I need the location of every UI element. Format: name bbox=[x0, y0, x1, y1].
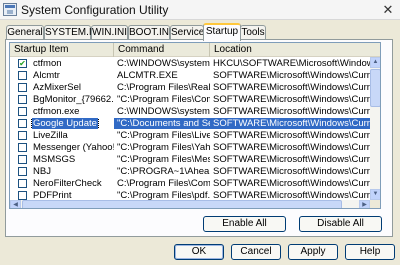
startup-item-label: ctfmon bbox=[33, 58, 62, 69]
scroll-down-icon[interactable]: ▼ bbox=[370, 189, 380, 200]
location-cell: SOFTWARE\Microsoft\Windows\CurrentVersio… bbox=[213, 70, 370, 81]
location-cell: SOFTWARE\Microsoft\Windows\CurrentVersio… bbox=[213, 106, 370, 117]
list-header: Startup Item Command Location bbox=[10, 43, 380, 57]
location-cell: SOFTWARE\Microsoft\Windows\CurrentVersio… bbox=[213, 142, 370, 153]
enable-checkbox[interactable] bbox=[18, 143, 27, 152]
tab-win-ini[interactable]: WIN.INI bbox=[91, 25, 128, 40]
app-window-icon bbox=[3, 3, 17, 16]
startup-item-label: ctfmon.exe bbox=[33, 106, 80, 117]
enable-checkbox[interactable] bbox=[18, 83, 27, 92]
scroll-up-icon[interactable]: ▲ bbox=[370, 57, 380, 68]
enable-checkbox[interactable] bbox=[18, 167, 27, 176]
tab-general[interactable]: General bbox=[6, 25, 44, 40]
location-cell: SOFTWARE\Microsoft\Windows\CurrentVersio… bbox=[213, 130, 370, 141]
startup-item-label: NBJ bbox=[33, 166, 51, 177]
startup-item-cell: ✔ ctfmon bbox=[10, 58, 114, 69]
scroll-right-icon[interactable]: ▶ bbox=[359, 200, 370, 208]
enable-checkbox[interactable] bbox=[18, 191, 27, 200]
list-row[interactable]: NeroFilterCheck C:\Program Files\Com... SO… bbox=[10, 178, 370, 189]
scroll-left-icon[interactable]: ◀ bbox=[10, 200, 21, 208]
startup-item-cell: BgMonitor_{79662... bbox=[10, 94, 114, 105]
ok-button[interactable]: OK bbox=[174, 244, 224, 260]
command-cell: "C:\Program Files\Mes... bbox=[117, 154, 210, 165]
tab-services[interactable]: Services bbox=[170, 25, 209, 40]
list-row[interactable]: NBJ "C:\PROGRA~1\Ahea... SOFTWARE\Microsof… bbox=[10, 166, 370, 177]
title-bar: System Configuration Utility ✕ bbox=[0, 0, 400, 20]
tab-system-ini[interactable]: SYSTEM.INI bbox=[44, 25, 102, 40]
list-row[interactable]: LiveZilla "C:\Program Files\Live... SOFTWA… bbox=[10, 130, 370, 141]
window-title: System Configuration Utility bbox=[21, 3, 169, 17]
list-row[interactable]: Alcmtr ALCMTR.EXE SOFTWARE\Microsoft\Windo… bbox=[10, 70, 370, 81]
vertical-scrollbar[interactable]: ▲ ▼ bbox=[370, 57, 380, 200]
command-cell: "C:\Program Files\Live... bbox=[117, 130, 210, 141]
column-header-startup-item[interactable]: Startup Item bbox=[10, 43, 114, 57]
command-cell: ALCMTR.EXE bbox=[117, 70, 178, 81]
column-header-location[interactable]: Location bbox=[210, 43, 380, 57]
tab-boot-ini[interactable]: BOOT.INI bbox=[128, 25, 172, 40]
horizontal-scroll-thumb[interactable] bbox=[22, 200, 342, 208]
startup-item-label: LiveZilla bbox=[33, 130, 68, 141]
location-cell: SOFTWARE\Microsoft\Windows\CurrentVersio… bbox=[210, 118, 370, 129]
startup-item-cell: NBJ bbox=[10, 166, 114, 177]
enable-checkbox[interactable] bbox=[18, 95, 27, 104]
list-row[interactable]: Google Update "C:\Documents and Se...SOFT… bbox=[10, 118, 370, 129]
startup-item-label: Messenger (Yahoo!) bbox=[33, 142, 114, 153]
enable-checkbox[interactable] bbox=[18, 119, 27, 128]
list-row[interactable]: AzMixerSel C:\Program Files\Realt...SOFTW… bbox=[10, 82, 370, 93]
help-button[interactable]: Help bbox=[345, 244, 395, 260]
enable-checkbox[interactable] bbox=[18, 155, 27, 164]
startup-item-cell: MSMSGS bbox=[10, 154, 114, 165]
enable-checkbox[interactable] bbox=[18, 131, 27, 140]
startup-item-label: MSMSGS bbox=[33, 154, 76, 165]
command-cell: C:\Program Files\Com... bbox=[117, 178, 210, 189]
list-row[interactable]: MSMSGS "C:\Program Files\Mes... SOFTWARE\M… bbox=[10, 154, 370, 165]
startup-item-label: Google Update bbox=[31, 118, 99, 129]
startup-item-label: BgMonitor_{79662... bbox=[33, 94, 114, 105]
command-cell: "C:\Program Files\Yah... bbox=[117, 142, 210, 153]
enable-all-button[interactable]: Enable All bbox=[203, 216, 286, 232]
list-row[interactable]: ✔ ctfmon C:\WINDOWS\system... HKCU\SOFTWARE… bbox=[10, 58, 370, 69]
cancel-button[interactable]: Cancel bbox=[231, 244, 281, 260]
location-cell: SOFTWARE\Microsoft\Windows\CurrentVersio… bbox=[213, 94, 370, 105]
enable-checkbox[interactable] bbox=[18, 107, 27, 116]
enable-checkbox[interactable]: ✔ bbox=[18, 59, 27, 68]
startup-item-cell: Google Update bbox=[10, 118, 114, 129]
startup-item-cell: NeroFilterCheck bbox=[10, 178, 114, 189]
startup-item-label: AzMixerSel bbox=[33, 82, 82, 93]
list-row[interactable]: BgMonitor_{79662..."C:\Program Files\Com… bbox=[10, 94, 370, 105]
startup-item-cell: Alcmtr bbox=[10, 70, 114, 81]
location-cell: SOFTWARE\Microsoft\Windows\CurrentVersio… bbox=[213, 166, 370, 177]
vertical-scroll-thumb[interactable] bbox=[370, 69, 380, 107]
startup-item-label: NeroFilterCheck bbox=[33, 178, 102, 189]
location-cell: SOFTWARE\Microsoft\Windows\CurrentVersio… bbox=[213, 154, 370, 165]
location-cell: SOFTWARE\Microsoft\Windows\CurrentVersio… bbox=[213, 178, 370, 189]
command-cell: C:\Program Files\Realt... bbox=[117, 82, 210, 93]
list-row[interactable]: ctfmon.exe C:\WINDOWS\system... SOFTWARE\M… bbox=[10, 106, 370, 117]
apply-button[interactable]: Apply bbox=[288, 244, 338, 260]
command-cell: C:\WINDOWS\system... bbox=[117, 106, 210, 117]
close-icon[interactable]: ✕ bbox=[380, 2, 396, 18]
startup-item-cell: ctfmon.exe bbox=[10, 106, 114, 117]
startup-item-cell: Messenger (Yahoo!) bbox=[10, 142, 114, 153]
command-cell: C:\WINDOWS\system... bbox=[117, 58, 210, 69]
enable-checkbox[interactable] bbox=[18, 179, 27, 188]
enable-checkbox[interactable] bbox=[18, 71, 27, 80]
list-row[interactable]: Messenger (Yahoo!) "C:\Program Files\Yah.… bbox=[10, 142, 370, 153]
startup-item-label: Alcmtr bbox=[33, 70, 60, 81]
tab-tools[interactable]: Tools bbox=[240, 25, 266, 40]
scroll-corner bbox=[370, 200, 380, 208]
startup-list[interactable]: Startup Item Command Location ✔ ctfmon C:\… bbox=[9, 42, 381, 209]
startup-item-cell: AzMixerSel bbox=[10, 82, 114, 93]
tab-startup[interactable]: Startup bbox=[203, 23, 241, 41]
column-header-command[interactable]: Command bbox=[114, 43, 210, 57]
command-cell: "C:\PROGRA~1\Ahea... bbox=[117, 166, 210, 177]
location-cell: HKCU\SOFTWARE\Microsoft\Windows\CurrentV… bbox=[213, 58, 370, 69]
command-cell: "C:\Program Files\Com... bbox=[117, 94, 210, 105]
disable-all-button[interactable]: Disable All bbox=[299, 216, 382, 232]
location-cell: SOFTWARE\Microsoft\Windows\CurrentVersio… bbox=[213, 82, 370, 93]
command-cell: "C:\Documents and Se... bbox=[114, 118, 210, 129]
horizontal-scrollbar[interactable]: ◀ ▶ bbox=[10, 200, 370, 208]
startup-item-cell: LiveZilla bbox=[10, 130, 114, 141]
